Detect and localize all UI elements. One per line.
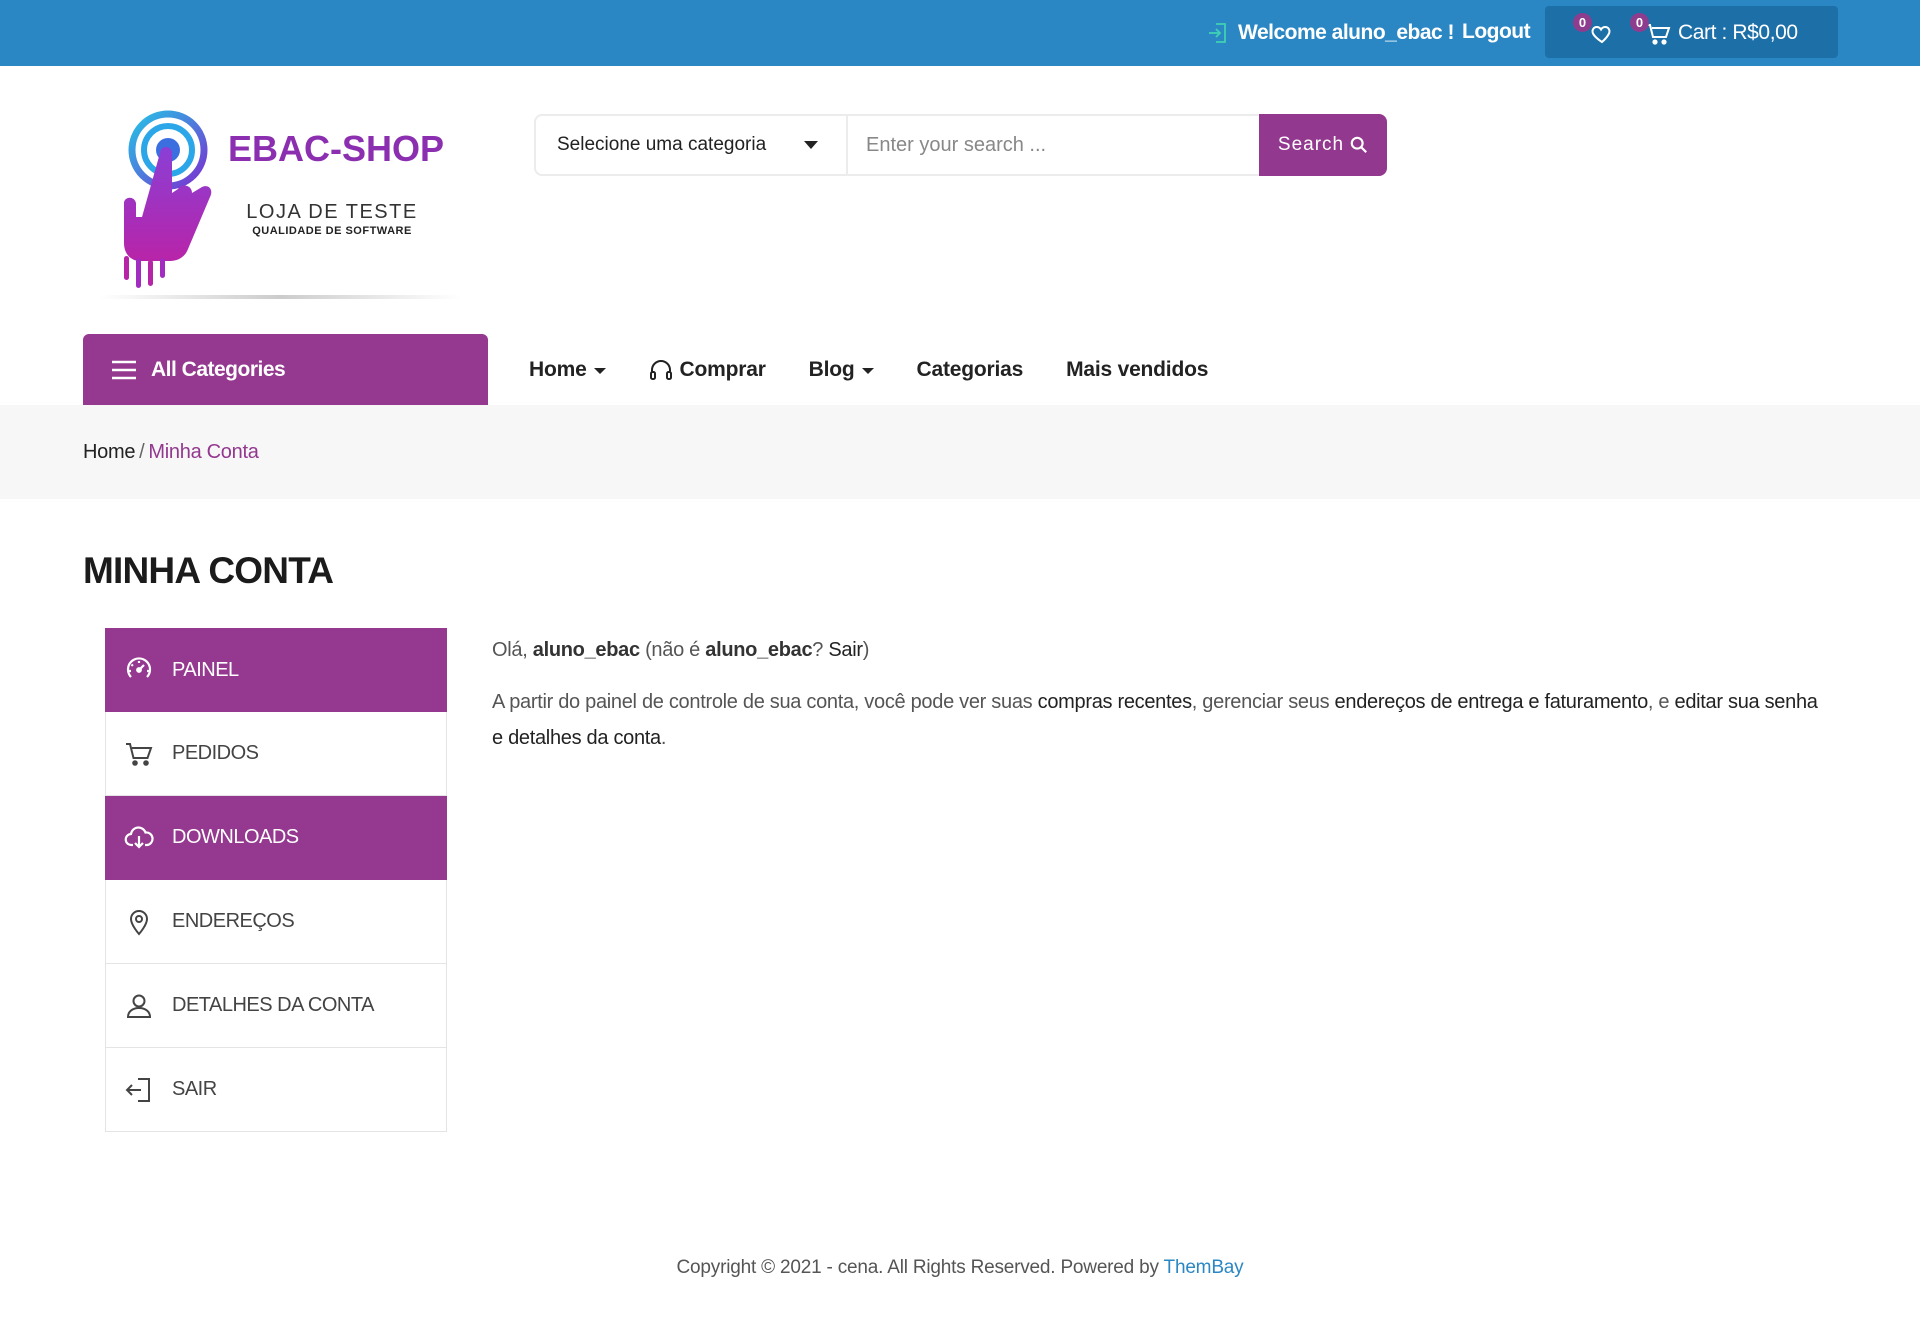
cart-count-badge: 0 (1630, 13, 1649, 32)
breadcrumb: Home / Minha Conta (83, 441, 259, 464)
cart-icon (126, 742, 153, 766)
dashboard-description: A partir do painel de controle de sua co… (492, 684, 1832, 756)
nav-item-mais-vendidos[interactable]: Mais vendidos (1066, 358, 1208, 382)
page-title: MINHA CONTA (83, 550, 334, 591)
category-select-value: Selecione uma categoria (557, 134, 767, 155)
nav-item-comprar[interactable]: Comprar (649, 358, 766, 382)
logout-icon (125, 1077, 150, 1102)
location-pin-icon (129, 909, 149, 936)
description-mid: , gerenciar seus (1191, 691, 1330, 713)
addresses-link[interactable]: endereços de entrega e faturamento (1335, 691, 1649, 713)
nav-item-comprar-label: Comprar (679, 358, 766, 381)
account-nav-pedidos-label: PEDIDOS (172, 742, 259, 764)
login-icon (1209, 23, 1226, 43)
breadcrumb-home-link[interactable]: Home (83, 441, 135, 463)
account-nav-downloads[interactable]: DOWNLOADS (105, 796, 447, 880)
search-button[interactable]: Search (1259, 114, 1387, 176)
greeting-question-mark: ? (812, 639, 824, 661)
description-mid2: , e (1647, 691, 1670, 713)
chevron-down-icon (804, 141, 818, 149)
logo-line1-text: LOJA DE TESTE (246, 201, 417, 223)
search-bar: Selecione uma categoria Search (534, 114, 1387, 176)
greeting-paragraph: Olá, aluno_ebac (não é aluno_ebac? Sair) (492, 632, 1832, 668)
breadcrumb-separator: / (139, 441, 145, 463)
footer-thembay-link[interactable]: ThemBay (1164, 1257, 1244, 1278)
welcome-text: Welcome aluno_ebac ! (1238, 21, 1455, 44)
greeting-username-repeat: aluno_ebac (705, 639, 813, 661)
all-categories-button[interactable]: All Categories (83, 334, 488, 405)
greeting-hello: Olá, (492, 639, 528, 661)
account-nav-painel-label: PAINEL (172, 658, 239, 681)
account-nav-sair-label: SAIR (172, 1078, 217, 1100)
account-navigation: PAINEL PEDIDOS DOWNLOADS ENDEREÇOS DETAL… (105, 628, 447, 1132)
hamburger-menu-icon (112, 360, 136, 379)
nav-item-blog-label: Blog (808, 358, 855, 381)
user-icon (126, 994, 152, 1018)
cloud-download-icon (124, 825, 154, 849)
account-nav-detalhes-label: DETALHES DA CONTA (172, 994, 374, 1016)
shopping-cart-icon[interactable] (1645, 22, 1671, 46)
search-icon (1350, 136, 1368, 153)
search-button-label: Search (1277, 134, 1345, 155)
footer-copyright: Copyright © 2021 - cena. All Rights Rese… (676, 1257, 1159, 1278)
greeting-close-paren: ) (862, 639, 870, 661)
account-dashboard-content: Olá, aluno_ebac (não é aluno_ebac? Sair)… (492, 632, 1832, 772)
logo-line2-text: QUALIDADE DE SOFTWARE (252, 225, 412, 237)
nav-item-categorias[interactable]: Categorias (917, 358, 1024, 382)
caret-down-icon (861, 368, 874, 374)
account-nav-downloads-label: DOWNLOADS (172, 826, 299, 848)
logout-link[interactable]: Logout (1462, 20, 1531, 44)
greeting-not-text: (não é (645, 639, 700, 661)
headset-icon (649, 360, 672, 380)
breadcrumb-bar: Home / Minha Conta (0, 405, 1920, 499)
logout-inline-link[interactable]: Sair (828, 639, 863, 661)
search-input[interactable] (848, 116, 1259, 174)
account-nav-sair[interactable]: SAIR (105, 1048, 447, 1132)
account-nav-detalhes[interactable]: DETALHES DA CONTA (105, 964, 447, 1048)
cart-total-link[interactable]: Cart : R$0,00 (1678, 21, 1798, 45)
category-select[interactable]: Selecione uma categoria (536, 116, 848, 174)
welcome-message: Welcome aluno_ebac ! (1206, 20, 1455, 46)
description-end: . (660, 727, 667, 749)
description-start: A partir do painel de controle de sua co… (492, 691, 1033, 713)
cart-box: 0 0 Cart : R$0,00 (1545, 6, 1838, 58)
account-nav-enderecos-label: ENDEREÇOS (172, 910, 295, 932)
top-bar: Welcome aluno_ebac ! Logout 0 0 Cart : R… (0, 0, 1920, 66)
nav-item-home-label: Home (529, 358, 587, 381)
logo-brand-text: EBAC-SHOP (228, 128, 444, 169)
caret-down-icon (593, 368, 606, 374)
all-categories-label: All Categories (151, 357, 286, 381)
main-navigation: Home Comprar Blog Categorias Mais vendid… (529, 355, 1251, 385)
dashboard-icon (126, 657, 152, 678)
nav-item-blog[interactable]: Blog (809, 358, 874, 382)
wishlist-count-badge: 0 (1573, 13, 1592, 32)
nav-item-mais-vendidos-label: Mais vendidos (1066, 358, 1209, 381)
site-logo[interactable]: EBAC-SHOP LOJA DE TESTE QUALIDADE DE SOF… (100, 108, 460, 308)
footer: Copyright © 2021 - cena. All Rights Rese… (0, 1257, 1920, 1279)
nav-item-categorias-label: Categorias (916, 358, 1024, 381)
recent-orders-link[interactable]: compras recentes (1038, 691, 1192, 713)
breadcrumb-current: Minha Conta (148, 441, 259, 463)
account-nav-enderecos[interactable]: ENDEREÇOS (105, 880, 447, 964)
account-nav-pedidos[interactable]: PEDIDOS (105, 712, 447, 796)
greeting-username: aluno_ebac (532, 639, 640, 661)
heart-icon[interactable] (1590, 22, 1614, 46)
account-nav-painel[interactable]: PAINEL (105, 628, 447, 712)
nav-item-home[interactable]: Home (529, 358, 606, 382)
